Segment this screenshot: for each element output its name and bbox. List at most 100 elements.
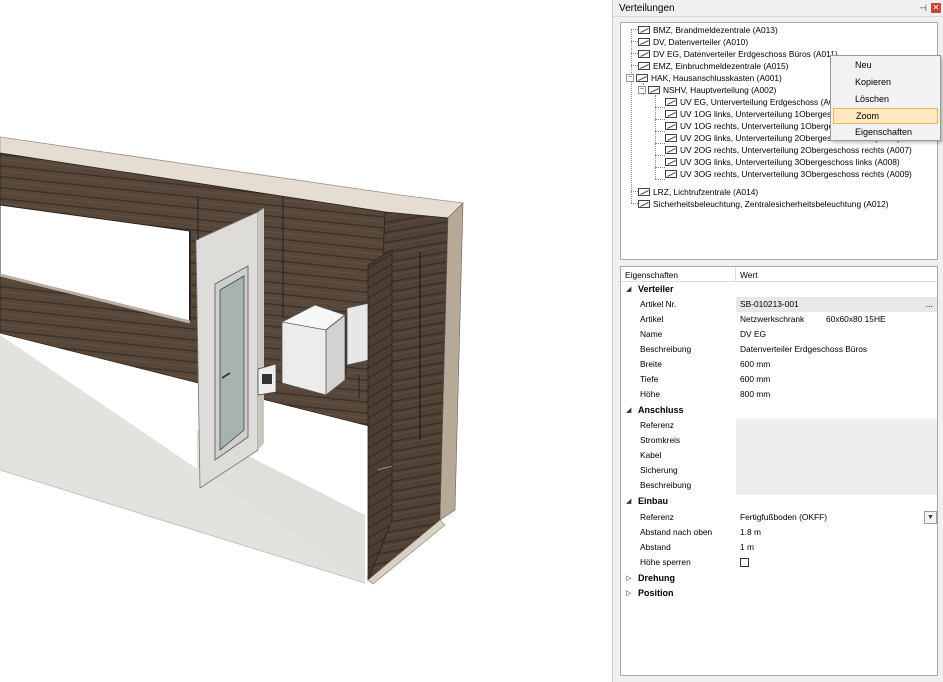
tree-item-label: UV 3OG rechts, Unterverteilung 3Obergesc…	[680, 168, 912, 179]
distribution-icon	[638, 49, 650, 58]
menu-item-zoom[interactable]: Zoom	[833, 108, 938, 124]
group-anschluss[interactable]: ◢ Anschluss	[621, 403, 937, 418]
tree-item-label: EMZ, Einbruchmeldezentrale (A015)	[653, 60, 789, 71]
prop-anschluss-referenz[interactable]: Referenz	[621, 418, 937, 433]
prop-artikel-nr[interactable]: Artikel Nr. SB-010213-001 ...	[621, 297, 937, 312]
prop-hoehe-sperren[interactable]: Höhe sperren	[621, 555, 937, 570]
prop-kabel[interactable]: Kabel	[621, 448, 937, 463]
tree-item[interactable]: − HAK, Hausanschlusskasten (A001)	[626, 71, 782, 83]
tree-item-label: Sicherheitsbeleuchtung, Zentralesicherhe…	[653, 198, 889, 209]
prop-value[interactable]: Fertigfußboden (OKFF)	[740, 510, 827, 525]
properties-header: Eigenschaften Wert	[621, 267, 937, 282]
tree-item[interactable]: EMZ, Einbruchmeldezentrale (A015)	[638, 59, 788, 71]
prop-anschluss-beschreibung[interactable]: Beschreibung	[621, 478, 937, 493]
prop-artikel[interactable]: Artikel Netzwerkschrank 60x60x80 15HE	[621, 312, 937, 327]
group-label: Drehung	[638, 573, 675, 583]
prop-breite[interactable]: Breite 600 mm	[621, 357, 937, 372]
prop-label: Stromkreis	[640, 435, 681, 445]
ellipsis-button[interactable]: ...	[925, 297, 933, 312]
tree-item[interactable]: UV EG, Unterverteilung Erdgeschoss (A003…	[665, 95, 846, 107]
collapse-arrow-icon[interactable]: ◢	[626, 282, 631, 297]
expand-arrow-icon[interactable]: ▷	[626, 586, 631, 601]
group-drehung[interactable]: ▷ Drehung	[621, 571, 937, 586]
menu-item-loeschen[interactable]: Löschen	[833, 91, 938, 107]
tree-item[interactable]: Sicherheitsbeleuchtung, Zentralesicherhe…	[638, 197, 889, 209]
chevron-down-icon[interactable]: ▼	[924, 511, 937, 524]
prop-value[interactable]: 800 mm	[740, 387, 770, 402]
prop-label: Abstand nach oben	[640, 527, 713, 537]
tree-item[interactable]: BMZ, Brandmeldezentrale (A013)	[638, 23, 778, 35]
menu-item-kopieren[interactable]: Kopieren	[833, 74, 938, 90]
tree-item[interactable]: UV 3OG rechts, Unterverteilung 3Obergesc…	[665, 167, 912, 179]
tree-item-label: UV EG, Unterverteilung Erdgeschoss (A003…	[680, 96, 846, 107]
distribution-icon	[636, 73, 648, 82]
tree-item[interactable]: − NSHV, Hauptverteilung (A002)	[638, 83, 776, 95]
prop-tiefe[interactable]: Tiefe 600 mm	[621, 372, 937, 387]
collapse-arrow-icon[interactable]: ◢	[626, 494, 631, 509]
prop-label: Breite	[640, 359, 662, 369]
prop-label: Abstand	[640, 542, 671, 552]
prop-label: Höhe sperren	[640, 557, 691, 567]
group-position[interactable]: ▷ Position	[621, 586, 937, 601]
distribution-icon	[638, 61, 650, 70]
tree-item-label: DV EG, Datenverteiler Erdgeschoss Büros …	[653, 48, 838, 59]
prop-label: Tiefe	[640, 374, 659, 384]
group-verteiler[interactable]: ◢ Verteiler	[621, 282, 937, 297]
lock-height-checkbox[interactable]	[740, 558, 749, 567]
prop-abstand[interactable]: Abstand 1 m	[621, 540, 937, 555]
prop-value[interactable]: 600 mm	[740, 372, 770, 387]
prop-value[interactable]: 1.8 m	[740, 525, 761, 540]
tree-item[interactable]: UV 3OG links, Unterverteilung 3Obergesch…	[665, 155, 900, 167]
tree-item-label: UV 3OG links, Unterverteilung 3Obergesch…	[680, 156, 900, 167]
group-label: Verteiler	[638, 284, 674, 294]
properties-grid[interactable]: Eigenschaften Wert ◢ Verteiler Artikel N…	[620, 266, 938, 676]
collapse-icon[interactable]: −	[626, 73, 634, 82]
prop-value[interactable]: Netzwerkschrank	[740, 312, 804, 327]
prop-einbau-referenz[interactable]: Referenz Fertigfußboden (OKFF) ▼	[621, 510, 937, 525]
prop-value[interactable]: DV EG	[740, 327, 766, 342]
prop-value[interactable]: SB-010213-001	[740, 297, 799, 312]
close-icon[interactable]: ✕	[931, 3, 941, 13]
col-header-name: Eigenschaften	[625, 270, 679, 280]
prop-beschreibung[interactable]: Beschreibung Datenverteiler Erdgeschoss …	[621, 342, 937, 357]
pin-icon[interactable]: ⊣	[918, 3, 928, 13]
tree-item[interactable]: DV, Datenverteiler (A010)	[638, 35, 748, 47]
3d-viewport[interactable]	[0, 0, 612, 682]
tree-item[interactable]: LRZ, Lichtrufzentrale (A014)	[638, 185, 758, 197]
menu-item-eigenschaften[interactable]: Eigenschaften	[833, 124, 938, 140]
col-header-value: Wert	[740, 270, 758, 280]
prop-label: Beschreibung	[640, 344, 692, 354]
building-model	[0, 136, 612, 682]
tree-item-label: NSHV, Hauptverteilung (A002)	[663, 84, 777, 95]
tree-item-label: HAK, Hausanschlusskasten (A001)	[651, 72, 782, 83]
prop-hoehe[interactable]: Höhe 800 mm	[621, 387, 937, 402]
prop-label: Sicherung	[640, 465, 678, 475]
tree-item[interactable]: UV 2OG rechts, Unterverteilung 2Obergesc…	[665, 143, 912, 155]
prop-stromkreis[interactable]: Stromkreis	[621, 433, 937, 448]
distribution-icon	[665, 157, 677, 166]
distribution-icon	[638, 37, 650, 46]
panel-title-bar: Verteilungen ⊣ ✕	[613, 0, 943, 17]
collapse-arrow-icon[interactable]: ◢	[626, 403, 631, 418]
collapse-icon[interactable]: −	[638, 85, 646, 94]
group-einbau[interactable]: ◢ Einbau	[621, 494, 937, 509]
prop-abstand-oben[interactable]: Abstand nach oben 1.8 m	[621, 525, 937, 540]
tree-item-label: BMZ, Brandmeldezentrale (A013)	[653, 24, 778, 35]
prop-value[interactable]: 600 mm	[740, 357, 770, 372]
prop-value-dims: 60x60x80 15HE	[826, 314, 886, 324]
distribution-icon	[665, 133, 677, 142]
prop-name[interactable]: Name DV EG	[621, 327, 937, 342]
prop-value[interactable]: Datenverteiler Erdgeschoss Büros	[740, 342, 867, 357]
distribution-icon	[648, 85, 660, 94]
tree-item-selected[interactable]: DV EG, Datenverteiler Erdgeschoss Büros …	[638, 47, 838, 59]
menu-item-neu[interactable]: Neu	[833, 57, 938, 73]
prop-label: Referenz	[640, 420, 674, 430]
tree-item-label: DV, Datenverteiler (A010)	[653, 36, 749, 47]
group-label: Position	[638, 588, 674, 598]
expand-arrow-icon[interactable]: ▷	[626, 571, 631, 586]
prop-value[interactable]: 1 m	[740, 540, 754, 555]
distribution-icon	[665, 145, 677, 154]
prop-label: Beschreibung	[640, 480, 692, 490]
prop-sicherung[interactable]: Sicherung	[621, 463, 937, 478]
prop-label: Artikel	[640, 314, 664, 324]
